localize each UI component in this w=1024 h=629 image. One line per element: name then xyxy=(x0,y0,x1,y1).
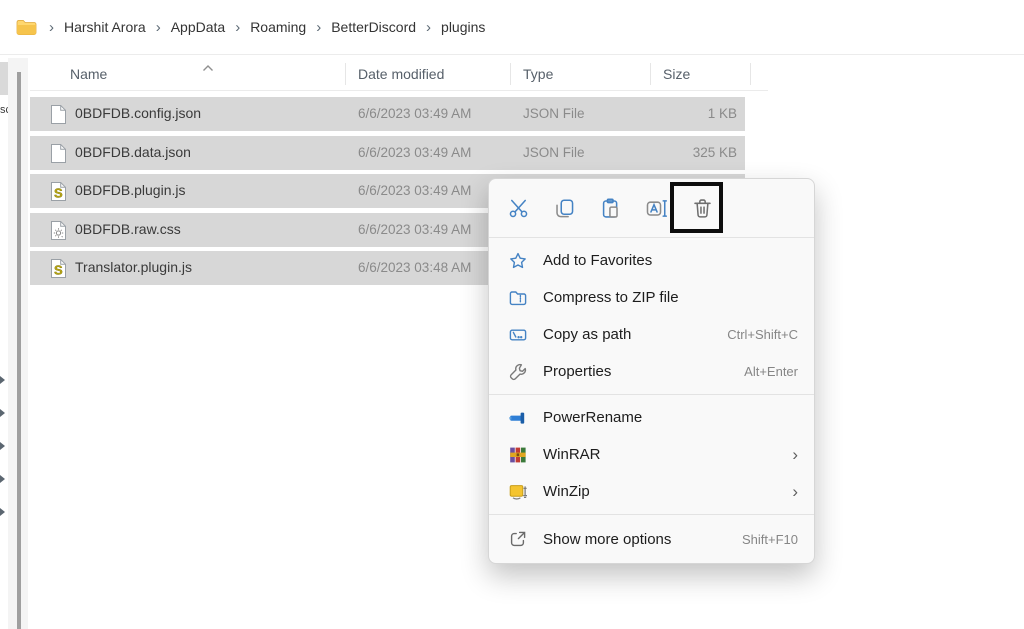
tree-expand-chevron-icon[interactable] xyxy=(0,438,5,454)
breadcrumb-item-plugins[interactable]: plugins xyxy=(441,19,485,35)
menu-item-label: Compress to ZIP file xyxy=(543,289,798,306)
nav-scrollbar-thumb[interactable] xyxy=(17,72,21,629)
folder-icon xyxy=(16,19,37,36)
cut-icon[interactable] xyxy=(495,186,541,230)
file-size: 325 KB xyxy=(693,145,737,160)
file-date: 6/6/2023 03:49 AM xyxy=(358,145,471,160)
wrench-icon xyxy=(507,362,529,382)
winzip-icon xyxy=(507,482,529,502)
column-header-date-modified[interactable]: Date modified xyxy=(358,66,444,82)
column-divider[interactable] xyxy=(510,63,511,85)
file-date: 6/6/2023 03:49 AM xyxy=(358,222,471,237)
show-more-options-icon xyxy=(507,529,529,549)
file-date: 6/6/2023 03:49 AM xyxy=(358,106,471,121)
column-header-row: Name Date modified Type Size xyxy=(30,58,768,91)
breadcrumb-item-user[interactable]: Harshit Arora xyxy=(64,19,146,35)
script-file-icon: S xyxy=(50,181,67,207)
zip-folder-icon xyxy=(507,288,529,308)
file-name: 0BDFDB.config.json xyxy=(75,105,201,121)
breadcrumb: Harshit Arora AppData Roaming BetterDisc… xyxy=(0,0,1024,55)
menu-item-properties[interactable]: Properties Alt+Enter xyxy=(489,353,814,390)
column-divider[interactable] xyxy=(345,63,346,85)
winrar-icon xyxy=(507,445,529,465)
tree-expand-chevron-icon[interactable] xyxy=(0,504,5,520)
menu-item-label: Show more options xyxy=(543,531,742,548)
nav-pane-clipped-item xyxy=(0,62,8,95)
menu-item-winrar[interactable]: WinRAR xyxy=(489,436,814,473)
rename-icon[interactable] xyxy=(633,186,679,230)
context-menu-toolbar xyxy=(489,183,814,233)
menu-item-copy-as-path[interactable]: Copy as path Ctrl+Shift+C xyxy=(489,316,814,353)
file-date: 6/6/2023 03:49 AM xyxy=(358,183,471,198)
svg-text:S: S xyxy=(54,186,63,201)
menu-separator xyxy=(489,394,814,395)
file-row[interactable]: 0BDFDB.config.json 6/6/2023 03:49 AM JSO… xyxy=(30,97,745,131)
paste-icon[interactable] xyxy=(587,186,633,230)
document-file-icon xyxy=(50,143,67,169)
file-size: 1 KB xyxy=(708,106,737,121)
tree-expand-chevron-icon[interactable] xyxy=(0,405,5,421)
gear-document-file-icon xyxy=(50,220,67,246)
menu-item-show-more-options[interactable]: Show more options Shift+F10 xyxy=(489,519,814,559)
delete-icon[interactable] xyxy=(679,186,725,230)
column-divider[interactable] xyxy=(750,63,751,85)
menu-item-label: WinZip xyxy=(543,483,792,500)
file-type: JSON File xyxy=(523,106,585,121)
star-icon xyxy=(507,251,529,271)
file-name: Translator.plugin.js xyxy=(75,259,192,275)
file-row[interactable]: 0BDFDB.data.json 6/6/2023 03:49 AM JSON … xyxy=(30,136,745,170)
file-type: JSON File xyxy=(523,145,585,160)
copy-icon[interactable] xyxy=(541,186,587,230)
menu-item-compress-to-zip[interactable]: Compress to ZIP file xyxy=(489,279,814,316)
breadcrumb-separator-icon xyxy=(156,19,161,36)
tree-expand-chevron-icon[interactable] xyxy=(0,372,5,388)
breadcrumb-separator-icon xyxy=(426,19,431,36)
file-name: 0BDFDB.plugin.js xyxy=(75,182,186,198)
file-date: 6/6/2023 03:48 AM xyxy=(358,260,471,275)
column-header-name[interactable]: Name xyxy=(70,66,107,82)
breadcrumb-separator-icon xyxy=(49,19,54,36)
script-file-icon: S xyxy=(50,258,67,284)
submenu-chevron-icon xyxy=(792,446,798,463)
breadcrumb-item-appdata[interactable]: AppData xyxy=(171,19,225,35)
column-divider[interactable] xyxy=(650,63,651,85)
file-name: 0BDFDB.data.json xyxy=(75,144,191,160)
copy-path-icon xyxy=(507,325,529,345)
breadcrumb-item-roaming[interactable]: Roaming xyxy=(250,19,306,35)
menu-item-label: Properties xyxy=(543,363,744,380)
tree-expand-chevron-icon[interactable] xyxy=(0,471,5,487)
menu-item-winzip[interactable]: WinZip xyxy=(489,473,814,510)
menu-item-shortcut: Ctrl+Shift+C xyxy=(727,327,798,342)
breadcrumb-item-betterdiscord[interactable]: BetterDiscord xyxy=(331,19,416,35)
sort-ascending-icon xyxy=(202,59,214,75)
menu-separator xyxy=(489,514,814,515)
menu-item-label: WinRAR xyxy=(543,446,792,463)
menu-item-label: Copy as path xyxy=(543,326,727,343)
menu-item-add-to-favorites[interactable]: Add to Favorites xyxy=(489,242,814,279)
column-header-size[interactable]: Size xyxy=(663,66,690,82)
submenu-chevron-icon xyxy=(792,483,798,500)
breadcrumb-separator-icon xyxy=(316,19,321,36)
breadcrumb-separator-icon xyxy=(235,19,240,36)
svg-text:S: S xyxy=(54,263,63,278)
menu-item-label: PowerRename xyxy=(543,409,798,426)
menu-separator xyxy=(489,237,814,238)
menu-item-shortcut: Alt+Enter xyxy=(744,364,798,379)
column-header-type[interactable]: Type xyxy=(523,66,553,82)
powerrename-icon xyxy=(507,408,529,428)
menu-item-shortcut: Shift+F10 xyxy=(742,532,798,547)
file-explorer-window: Harshit Arora AppData Roaming BetterDisc… xyxy=(0,0,1024,629)
file-name: 0BDFDB.raw.css xyxy=(75,221,181,237)
menu-item-label: Add to Favorites xyxy=(543,252,798,269)
menu-item-powerrename[interactable]: PowerRename xyxy=(489,399,814,436)
document-file-icon xyxy=(50,104,67,130)
context-menu: Add to Favorites Compress to ZIP file xyxy=(488,178,815,564)
